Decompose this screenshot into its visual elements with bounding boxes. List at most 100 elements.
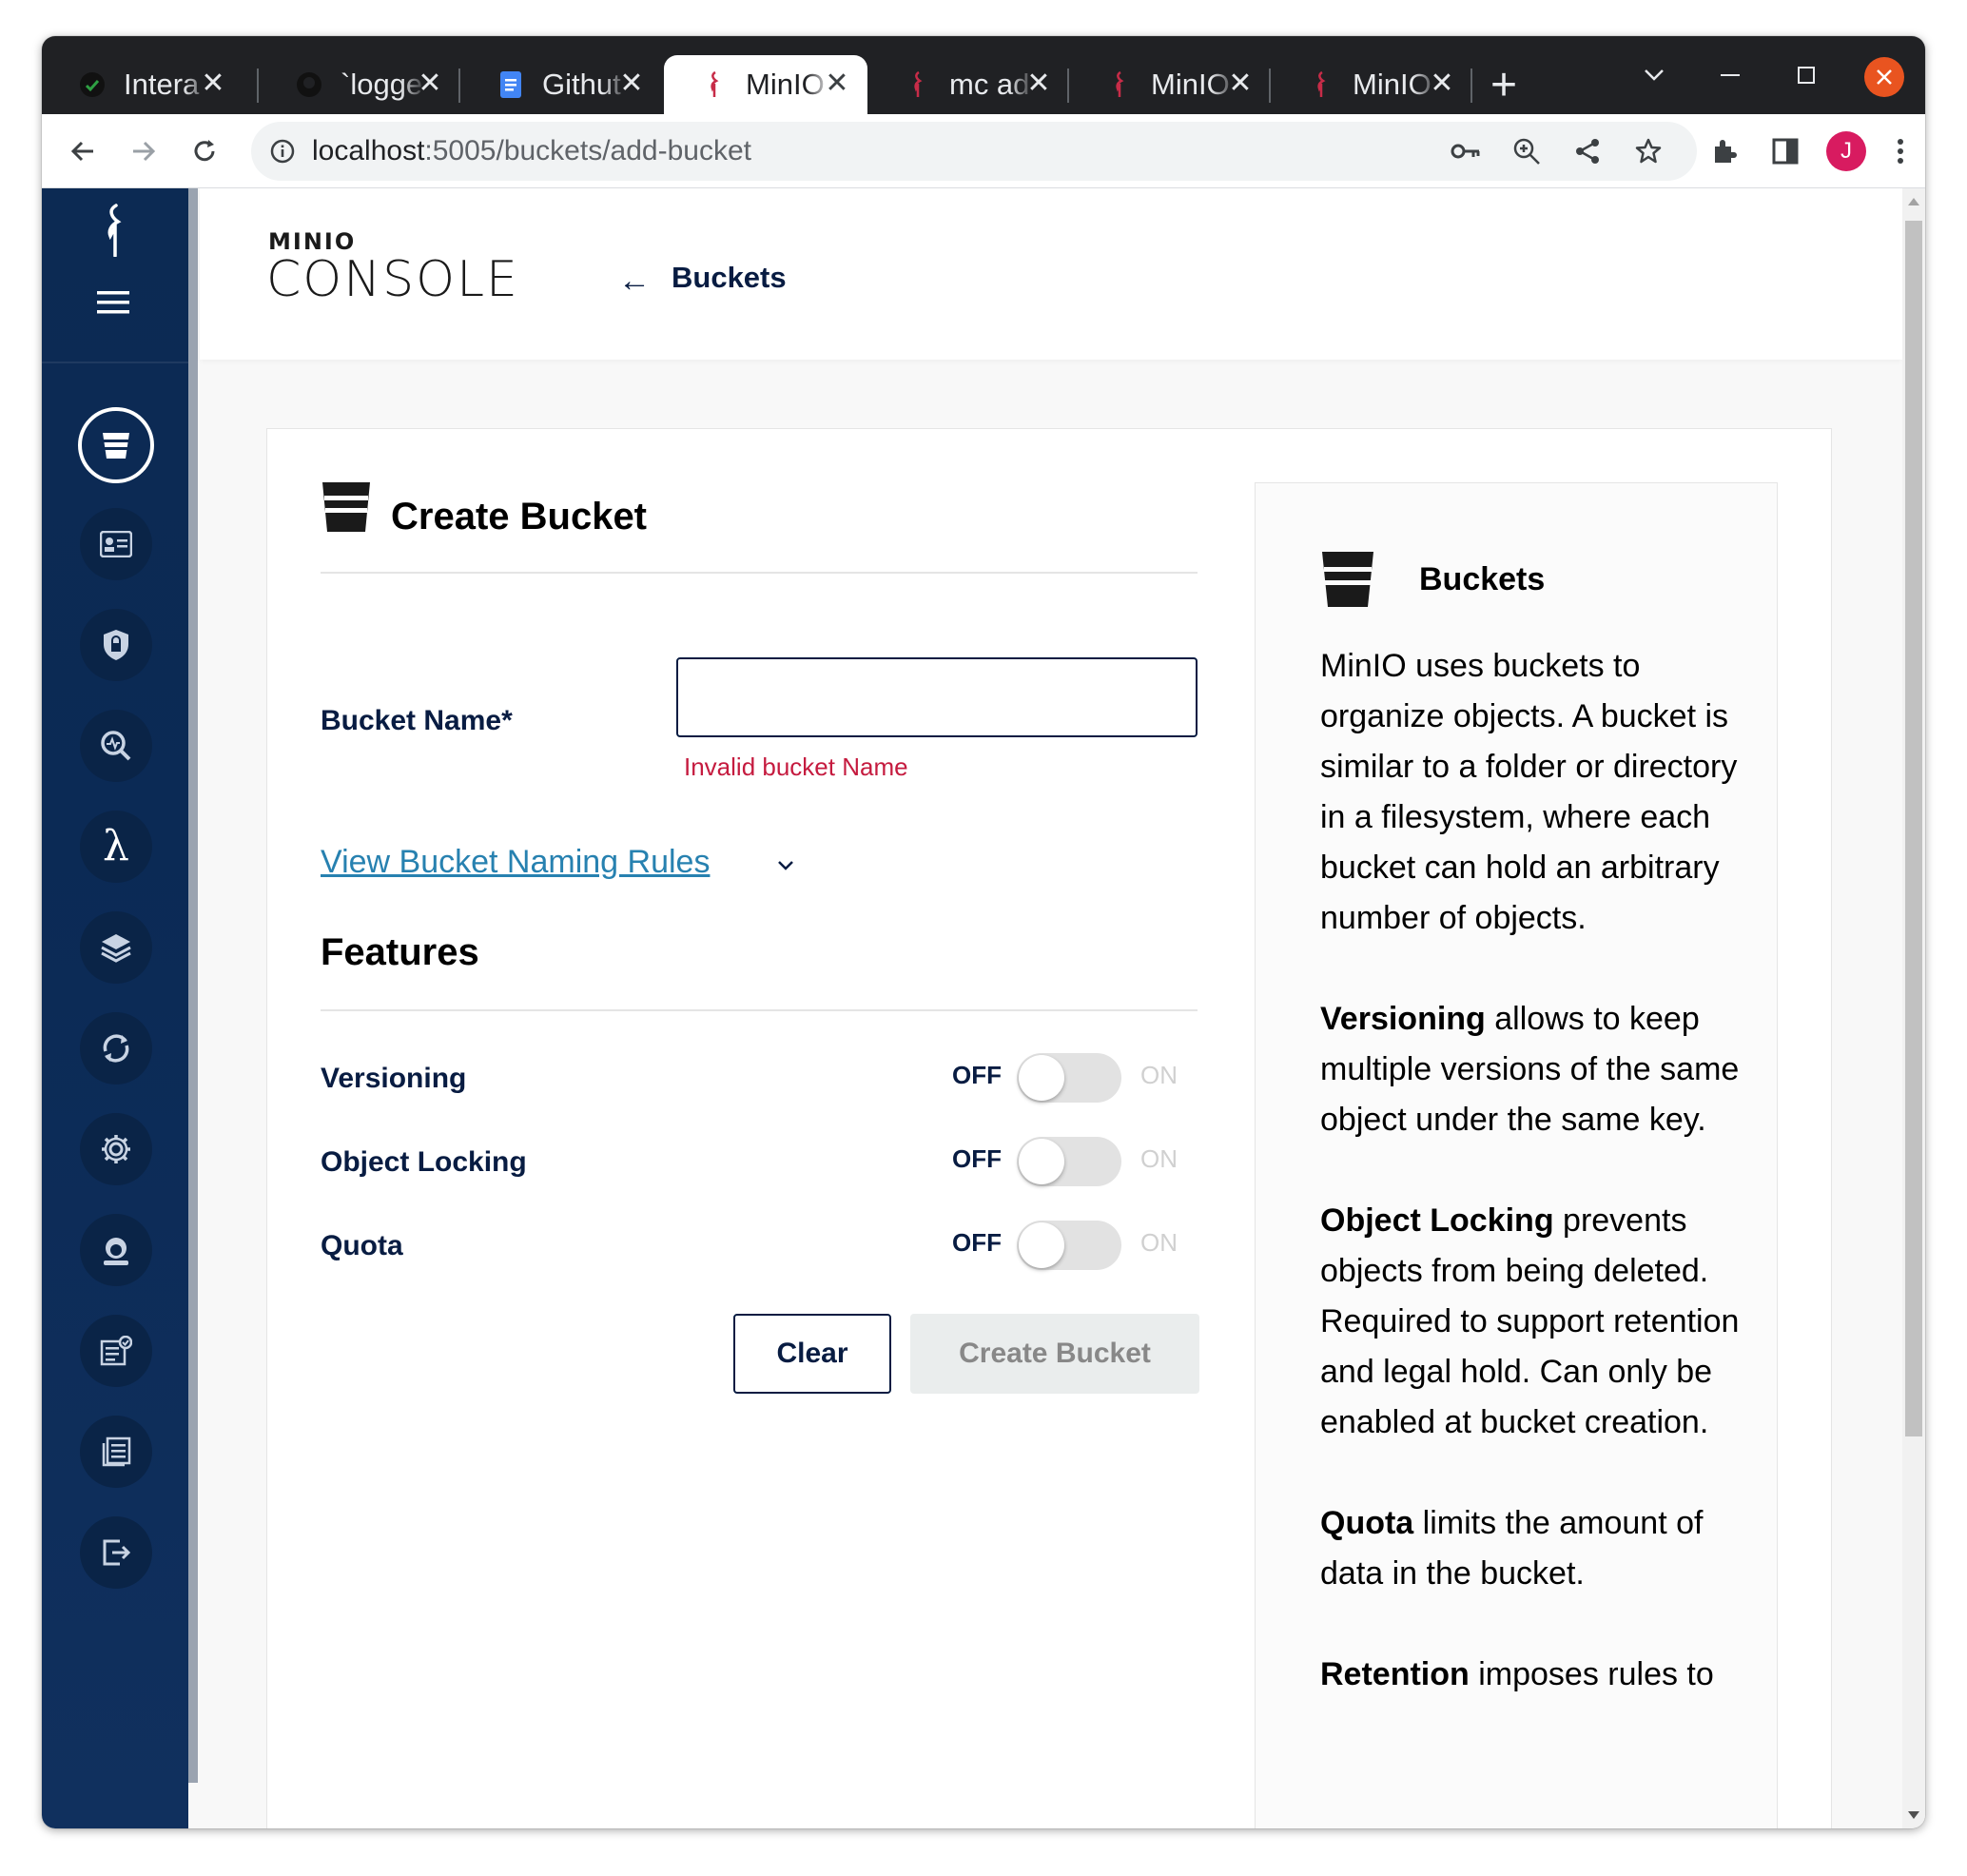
share-icon[interactable] [1562, 126, 1613, 177]
browser-window: Intera ✕ `logge ✕ Githut ✕ MinIO ✕ mc ad… [42, 36, 1925, 1828]
reload-icon[interactable] [179, 126, 230, 177]
layers-icon [101, 934, 131, 963]
toggle-knob [1019, 1139, 1064, 1184]
site-info-icon[interactable] [257, 126, 308, 177]
versioning-label: Versioning [321, 1063, 467, 1094]
view-naming-rules-link[interactable]: View Bucket Naming Rules [321, 844, 710, 881]
hamburger-menu-icon[interactable] [97, 291, 129, 314]
minimize-icon[interactable] [1706, 51, 1754, 99]
tab-minio-active[interactable]: MinIO ✕ [664, 55, 867, 114]
tab-minio-3[interactable]: MinIO ✕ [1271, 55, 1472, 114]
page-content: λ MINIO CONSOLE ← Buckets Create Bucket … [42, 188, 1902, 1828]
help-term: Versioning [1320, 1001, 1486, 1037]
back-arrow-icon[interactable]: ← [618, 263, 651, 300]
logout-icon [103, 1539, 131, 1566]
console-logo-wordmark: CONSOLE [266, 251, 519, 308]
toggle-off-label: OFF [952, 1061, 1002, 1089]
sidebar-item-identity[interactable] [80, 508, 152, 580]
back-icon[interactable] [57, 126, 108, 177]
bucket-name-input[interactable] [676, 657, 1198, 737]
profile-avatar[interactable]: J [1821, 126, 1872, 177]
tab-strip: Intera ✕ `logge ✕ Githut ✕ MinIO ✕ mc ad… [42, 36, 1925, 114]
tab-close-icon[interactable]: ✕ [1427, 68, 1457, 99]
window-close-icon[interactable] [1864, 57, 1904, 97]
versioning-toggle[interactable] [1017, 1053, 1121, 1103]
tab-minio-2[interactable]: MinIO ✕ [1069, 55, 1271, 114]
sidebar-item-events[interactable]: λ [80, 811, 152, 883]
tab-search-chevron-icon[interactable] [1630, 51, 1678, 99]
help-quota: Quota limits the amount of data in the b… [1320, 1498, 1758, 1599]
zoom-icon[interactable] [1501, 126, 1552, 177]
sidebar-item-settings[interactable] [80, 1113, 152, 1185]
tab-close-icon[interactable]: ✕ [616, 68, 647, 99]
quota-toggle[interactable] [1017, 1221, 1121, 1270]
sidebar-scrollbar[interactable] [188, 188, 198, 1783]
tab-title: Intera [124, 68, 200, 101]
tab-github-doc[interactable]: Githut ✕ [460, 55, 662, 114]
new-tab-icon[interactable]: + [1480, 60, 1528, 110]
object-locking-toggle[interactable] [1017, 1137, 1121, 1186]
url-text[interactable]: localhost:5005/buckets/add-bucket [312, 135, 751, 167]
toggle-on-label: ON [1140, 1228, 1178, 1257]
forward-icon[interactable] [118, 126, 169, 177]
maximize-icon[interactable] [1782, 51, 1830, 99]
toggle-on-label: ON [1140, 1144, 1178, 1173]
features-divider [321, 1009, 1198, 1011]
tab-close-icon[interactable]: ✕ [1225, 68, 1256, 99]
sidebar-item-replication[interactable] [80, 1012, 152, 1085]
bucket-icon [103, 433, 129, 459]
scroll-down-arrow-icon[interactable] [1908, 1811, 1919, 1819]
toggle-knob [1019, 1055, 1064, 1101]
clear-button[interactable]: Clear [733, 1314, 891, 1394]
tab-separator [1470, 68, 1472, 103]
bookmark-star-icon[interactable] [1623, 126, 1674, 177]
extensions-icon[interactable] [1699, 126, 1750, 177]
sidebar-divider [42, 362, 188, 363]
tab-close-icon[interactable]: ✕ [198, 68, 228, 99]
support-agent-icon [104, 1238, 128, 1265]
scroll-up-arrow-icon[interactable] [1908, 198, 1919, 205]
sidebar-item-buckets[interactable] [78, 407, 154, 483]
sidebar-item-access[interactable] [80, 609, 152, 681]
minio-bird-logo-icon[interactable] [93, 204, 131, 258]
object-locking-label: Object Locking [321, 1146, 527, 1178]
tab-close-icon[interactable]: ✕ [415, 68, 445, 99]
tab-title: MinIO [746, 68, 825, 101]
github-icon [295, 70, 323, 99]
scroll-thumb[interactable] [1905, 221, 1922, 1436]
toggle-knob [1019, 1222, 1064, 1268]
tab-mc-admin[interactable]: mc ad ✕ [867, 55, 1069, 114]
bucket-icon [1320, 550, 1375, 609]
tab-logger[interactable]: `logge ✕ [259, 55, 460, 114]
help-object-locking: Object Locking prevents objects from bei… [1320, 1196, 1758, 1448]
help-term: Retention [1320, 1656, 1470, 1692]
sidebar: λ [42, 188, 188, 1828]
github-icon [78, 70, 107, 99]
tab-title: mc ad [949, 68, 1030, 101]
back-to-buckets-link[interactable]: Buckets [672, 261, 787, 295]
sidebar-item-license[interactable] [80, 1315, 152, 1387]
create-bucket-button[interactable]: Create Bucket [910, 1314, 1199, 1394]
sidebar-item-monitoring[interactable] [80, 710, 152, 782]
more-menu-icon[interactable] [1881, 126, 1919, 177]
page-scrollbar[interactable] [1902, 188, 1925, 1828]
license-icon [100, 1336, 132, 1366]
sidebar-item-logout[interactable] [80, 1516, 152, 1589]
quota-label: Quota [321, 1230, 403, 1261]
tab-close-icon[interactable]: ✕ [1023, 68, 1054, 99]
title-divider [321, 572, 1198, 574]
documentation-icon [102, 1436, 131, 1467]
bucket-icon [321, 480, 372, 534]
browser-toolbar: localhost:5005/buckets/add-bucket J [42, 114, 1925, 188]
sidebar-item-documentation[interactable] [80, 1416, 152, 1488]
sync-icon [103, 1034, 129, 1063]
tab-interactive[interactable]: Intera ✕ [42, 55, 243, 114]
sidebar-item-support[interactable] [80, 1214, 152, 1286]
sidebar-item-tiers[interactable] [80, 911, 152, 984]
key-icon[interactable] [1440, 126, 1491, 177]
side-panel-icon[interactable] [1760, 126, 1811, 177]
tab-close-icon[interactable]: ✕ [822, 68, 852, 99]
toggle-off-label: OFF [952, 1144, 1002, 1173]
features-title: Features [321, 931, 479, 973]
chevron-down-icon[interactable] [771, 851, 800, 880]
